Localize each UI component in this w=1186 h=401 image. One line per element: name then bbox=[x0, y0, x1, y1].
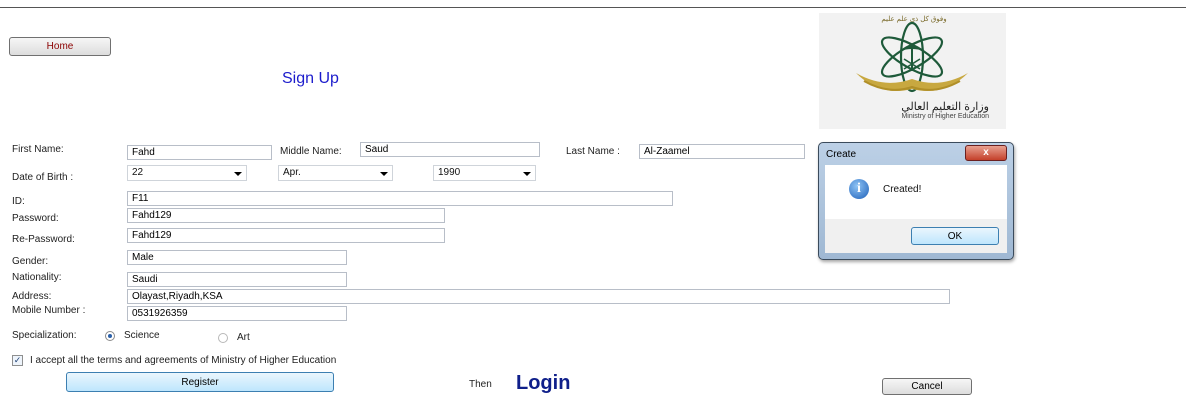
dob-year-value: 1990 bbox=[438, 167, 461, 178]
password-field[interactable] bbox=[127, 208, 445, 223]
password-label: Password: bbox=[12, 213, 59, 224]
dob-day-value: 22 bbox=[132, 167, 144, 178]
terms-label: I accept all the terms and agreements of… bbox=[30, 355, 337, 366]
dob-day-select[interactable]: 22 bbox=[127, 165, 247, 181]
info-icon: i bbox=[849, 179, 869, 199]
repassword-field[interactable] bbox=[127, 228, 445, 243]
last-name-field[interactable] bbox=[639, 144, 805, 159]
terms-checkbox[interactable]: ✓ bbox=[12, 355, 23, 366]
cancel-button[interactable]: Cancel bbox=[882, 378, 972, 395]
radio-selected-dot bbox=[108, 334, 112, 338]
id-field[interactable] bbox=[127, 191, 673, 206]
emblem-icon bbox=[856, 21, 968, 93]
gender-label: Gender: bbox=[12, 256, 49, 267]
first-name-field[interactable] bbox=[127, 145, 272, 160]
dob-month-value: Apr. bbox=[283, 167, 301, 178]
page-title: Sign Up bbox=[282, 70, 339, 87]
id-label: ID: bbox=[12, 196, 25, 207]
dob-year-select[interactable]: 1990 bbox=[433, 165, 536, 181]
science-radio[interactable] bbox=[105, 331, 115, 341]
chevron-down-icon bbox=[380, 172, 388, 176]
art-radio[interactable] bbox=[218, 333, 228, 343]
chevron-down-icon bbox=[523, 172, 531, 176]
address-field[interactable] bbox=[127, 289, 950, 304]
mobile-label: Mobile Number : bbox=[12, 305, 86, 316]
specialization-label: Specialization: bbox=[12, 330, 77, 341]
ok-button[interactable]: OK bbox=[911, 227, 999, 245]
dialog-body: i Created! bbox=[825, 165, 1007, 219]
address-label: Address: bbox=[12, 291, 52, 302]
middle-name-label: Middle Name: bbox=[280, 146, 342, 157]
logo-english-name: Ministry of Higher Education bbox=[901, 113, 989, 120]
middle-name-field[interactable] bbox=[360, 142, 540, 157]
art-label: Art bbox=[237, 332, 250, 343]
home-button[interactable]: Home bbox=[9, 37, 111, 56]
ministry-logo: وفوق كل ذي علم عليم وزارة التعليم العالي… bbox=[819, 13, 1006, 129]
repassword-label: Re-Password: bbox=[12, 234, 75, 245]
gender-field[interactable] bbox=[127, 250, 347, 265]
dob-label: Date of Birth : bbox=[12, 172, 74, 183]
top-border bbox=[0, 7, 1186, 8]
then-label: Then bbox=[469, 379, 492, 390]
nationality-label: Nationality: bbox=[12, 272, 62, 283]
first-name-label: First Name: bbox=[12, 144, 64, 155]
mobile-field[interactable] bbox=[127, 306, 347, 321]
register-button[interactable]: Register bbox=[66, 372, 334, 392]
dialog-title: Create bbox=[826, 149, 857, 160]
dialog-footer: OK bbox=[825, 219, 1007, 253]
logo-arabic-name: وزارة التعليم العالي bbox=[901, 101, 989, 113]
last-name-label: Last Name : bbox=[566, 146, 620, 157]
login-link[interactable]: Login bbox=[516, 372, 570, 395]
dob-month-select[interactable]: Apr. bbox=[278, 165, 393, 181]
chevron-down-icon bbox=[234, 172, 242, 176]
create-dialog: Create x i Created! OK bbox=[818, 142, 1014, 260]
science-label: Science bbox=[124, 330, 160, 341]
dialog-message: Created! bbox=[883, 184, 922, 195]
close-icon[interactable]: x bbox=[965, 145, 1007, 161]
nationality-field[interactable] bbox=[127, 272, 347, 287]
